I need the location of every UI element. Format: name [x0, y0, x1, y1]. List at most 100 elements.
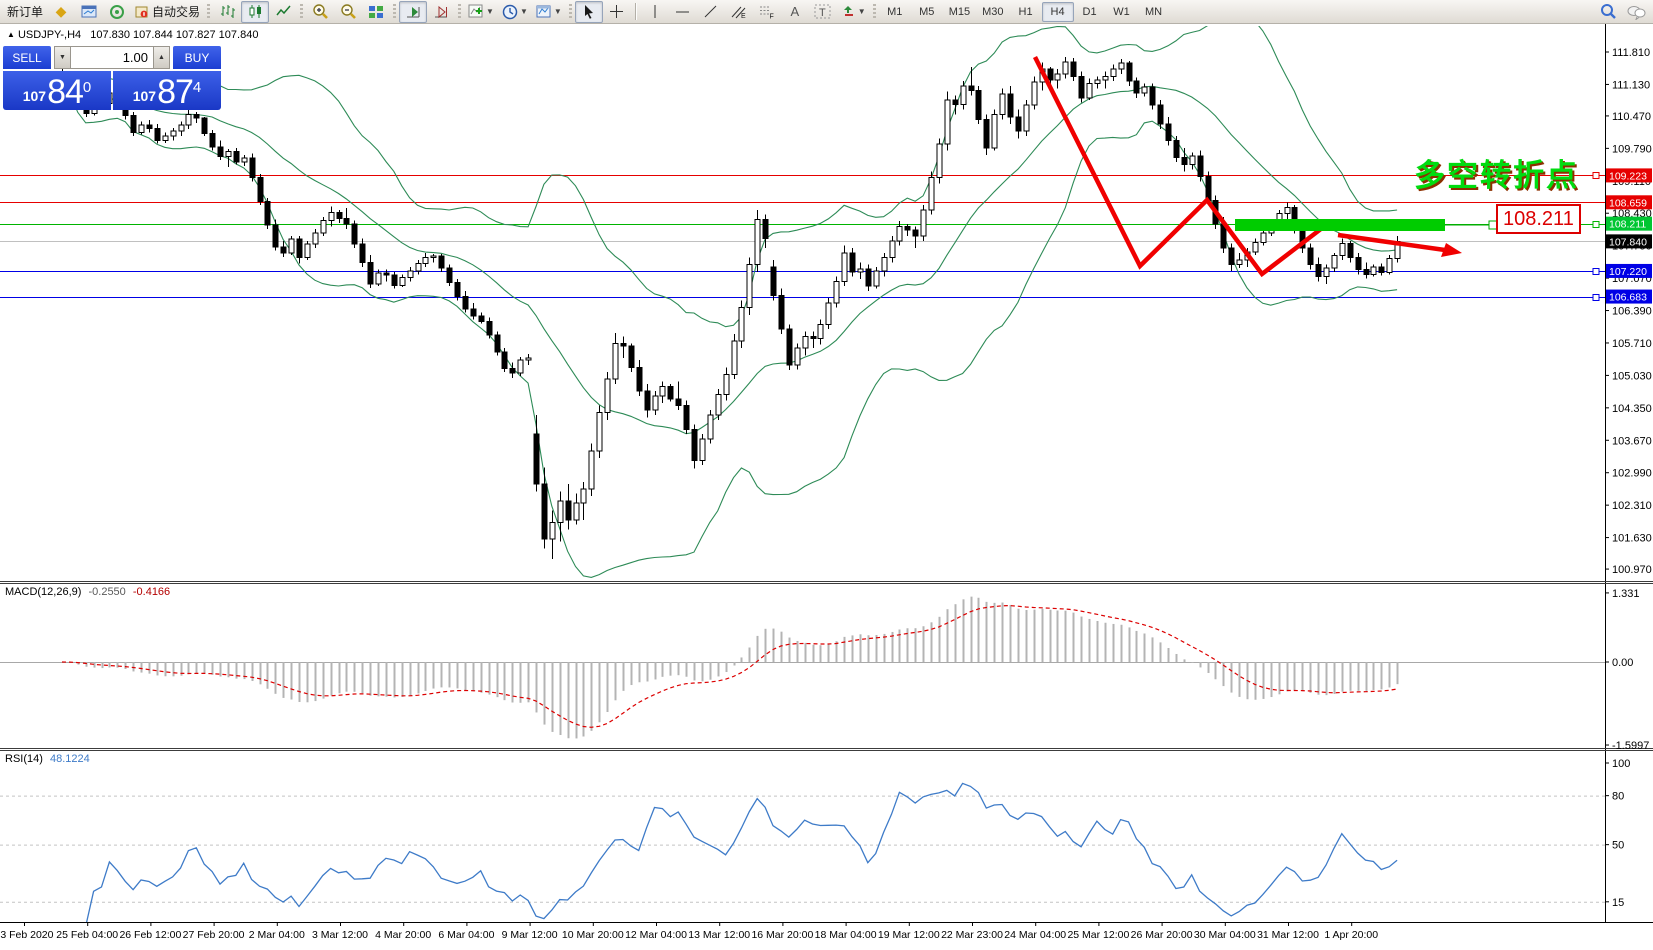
chevron-down-icon: ▼ — [520, 7, 528, 16]
buy-button[interactable]: BUY — [173, 46, 221, 71]
tab-timeframe-m5[interactable]: M5 — [911, 2, 943, 22]
toolbar-grip — [207, 4, 210, 20]
fibo-letter: F — [770, 14, 774, 20]
time-label: 25 Mar 12:00 — [1067, 929, 1129, 941]
new-order-icon[interactable]: ◆ — [47, 1, 75, 23]
periods-button[interactable]: ▼ — [498, 1, 532, 23]
new-order-button[interactable]: 新订单 — [3, 1, 47, 23]
time-label: 27 Feb 20:00 — [183, 929, 245, 941]
svg-text:106.683: 106.683 — [1609, 292, 1647, 304]
symbol-period-label: USDJPY-,H4 — [18, 29, 81, 41]
tab-timeframe-w1[interactable]: W1 — [1106, 2, 1138, 22]
main-toolbar: 新订单 ◆ 自动交易 ▼ ▼ ▼ — [0, 0, 1653, 24]
zoom-out-button[interactable] — [334, 1, 362, 23]
indicators-button[interactable]: ▼ — [464, 1, 498, 23]
trendline-button[interactable] — [697, 1, 725, 23]
horizontal-line-button[interactable] — [669, 1, 697, 23]
time-label: 16 Mar 20:00 — [751, 929, 813, 941]
macd-tick: -1.5997 — [1612, 740, 1649, 752]
price-tick: 105.710 — [1612, 338, 1652, 350]
fibonacci-button[interactable]: F — [753, 1, 781, 23]
time-label: 4 Mar 20:00 — [375, 929, 431, 941]
time-label: 31 Mar 12:00 — [1257, 929, 1319, 941]
toolbar-grip — [569, 4, 572, 20]
toolbar-separator — [635, 3, 637, 20]
text-label-button[interactable]: T — [809, 1, 837, 23]
equidistant-channel-button[interactable]: E — [725, 1, 753, 23]
rsi-tick: 80 — [1612, 791, 1624, 803]
chart-title: ▲ USDJPY-,H4 107.830 107.844 107.827 107… — [7, 29, 258, 41]
autotrade-button[interactable]: 自动交易 — [131, 1, 204, 23]
price-tick: 104.350 — [1612, 403, 1652, 415]
volume-decrease-button[interactable]: ▼ — [54, 46, 71, 69]
tab-timeframe-m30[interactable]: M30 — [976, 2, 1009, 22]
time-label: 3 Mar 12:00 — [312, 929, 368, 941]
line-chart-button[interactable] — [269, 1, 297, 23]
toolbar-grip — [393, 4, 396, 20]
rsi-panel — [0, 783, 1605, 926]
tab-timeframe-m15[interactable]: M15 — [943, 2, 976, 22]
svg-text:107.220: 107.220 — [1609, 266, 1647, 278]
rsi-tick: 100 — [1612, 758, 1630, 770]
time-label: 26 Feb 12:00 — [119, 929, 181, 941]
chat-icon[interactable] — [1622, 1, 1650, 23]
svg-text:108.211: 108.211 — [1609, 219, 1646, 231]
price-tick: 100.970 — [1612, 564, 1652, 576]
time-label: 12 Mar 04:00 — [625, 929, 687, 941]
price-tick: 110.470 — [1612, 111, 1651, 123]
chart-shift-button[interactable] — [427, 1, 455, 23]
time-label: 19 Mar 12:00 — [878, 929, 940, 941]
ohlc-values: 107.830 107.844 107.827 107.840 — [90, 29, 258, 41]
cursor-button[interactable] — [575, 1, 603, 23]
crosshair-button[interactable] — [603, 1, 631, 23]
price-tick: 106.390 — [1612, 306, 1652, 318]
time-axis[interactable]: 23 Feb 202025 Feb 04:0026 Feb 12:0027 Fe… — [0, 922, 1378, 941]
text-button[interactable]: A — [781, 1, 809, 23]
tab-timeframe-d1[interactable]: D1 — [1074, 2, 1106, 22]
channel-letter: E — [741, 13, 746, 19]
search-icon[interactable] — [1594, 1, 1622, 23]
arrows-button[interactable]: ▼ — [837, 1, 870, 23]
price-tick: 101.630 — [1612, 533, 1652, 545]
arrowhead — [1441, 243, 1462, 257]
time-label: 13 Mar 12:00 — [688, 929, 750, 941]
bar-chart-button[interactable] — [213, 1, 241, 23]
tab-timeframe-h1[interactable]: H1 — [1010, 2, 1042, 22]
time-label: 9 Mar 12:00 — [502, 929, 558, 941]
svg-text:109.223: 109.223 — [1609, 170, 1647, 182]
tab-timeframe-mn[interactable]: MN — [1138, 2, 1170, 22]
market-watch-icon[interactable] — [75, 1, 103, 23]
time-label: 6 Mar 04:00 — [438, 929, 494, 941]
bollinger-bands — [62, 11, 1397, 577]
chart-canvas[interactable]: 111.810111.130110.470109.790109.110108.4… — [0, 0, 1653, 950]
tab-timeframe-h4[interactable]: H4 — [1042, 2, 1074, 22]
tile-windows-button[interactable] — [362, 1, 390, 23]
macd-indicator-label: MACD(12,26,9) -0.2550 -0.4166 — [5, 586, 170, 598]
svg-text:108.659: 108.659 — [1609, 197, 1647, 209]
buy-price-display[interactable]: 107874 — [113, 71, 221, 110]
autoscroll-button[interactable] — [399, 1, 427, 23]
chevron-down-icon: ▼ — [858, 7, 866, 16]
rsi-tick: 50 — [1612, 840, 1624, 852]
signals-icon[interactable] — [103, 1, 131, 23]
price-tick: 102.990 — [1612, 468, 1652, 480]
zoom-in-button[interactable] — [306, 1, 334, 23]
tab-timeframe-m1[interactable]: M1 — [879, 2, 911, 22]
sell-button[interactable]: SELL — [3, 46, 51, 71]
vertical-line-button[interactable] — [641, 1, 669, 23]
support-zone-rect[interactable] — [1235, 219, 1445, 231]
price-tick: 103.670 — [1612, 435, 1652, 447]
volume-increase-button[interactable]: ▲ — [153, 46, 170, 69]
turning-point-annotation[interactable]: 多空转折点 — [1414, 150, 1579, 195]
price-tick: 111.130 — [1612, 79, 1650, 91]
collapse-panel-icon[interactable]: ▲ — [7, 30, 15, 39]
candlestick-chart-button[interactable] — [241, 1, 269, 23]
price-callout-box[interactable]: 108.211 — [1496, 204, 1581, 234]
templates-button[interactable]: ▼ — [532, 1, 566, 23]
volume-input[interactable] — [71, 46, 153, 69]
time-label: 30 Mar 04:00 — [1194, 929, 1256, 941]
time-label: 18 Mar 04:00 — [815, 929, 877, 941]
sell-price-display[interactable]: 107840 — [3, 71, 111, 110]
toolbar-grip — [873, 4, 876, 20]
price-axis[interactable]: 111.810111.130110.470109.790109.110108.4… — [1605, 47, 1652, 909]
